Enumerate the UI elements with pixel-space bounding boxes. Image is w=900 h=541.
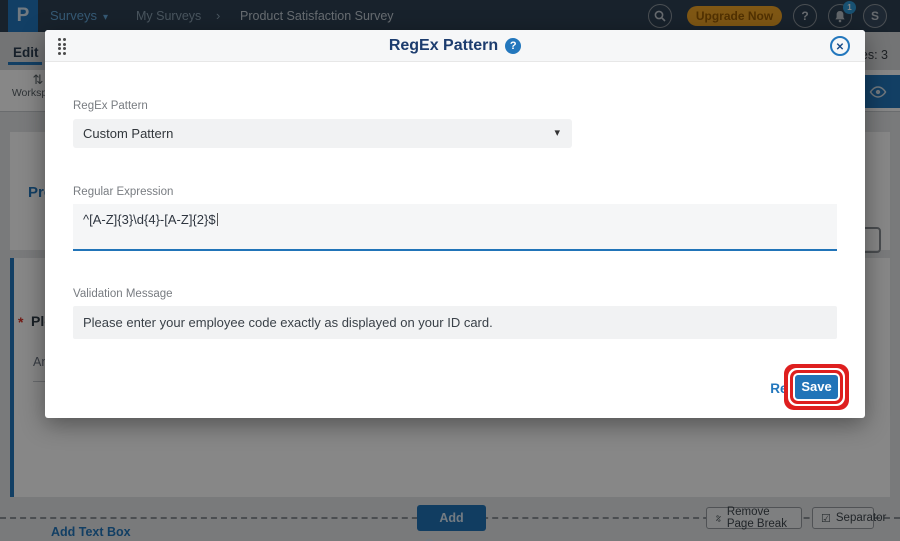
app-window: P Surveys ▾ My Surveys › Product Satisfac… (0, 0, 900, 541)
pattern-select[interactable]: Custom Pattern ▾ (73, 119, 572, 148)
regex-field-label: Regular Expression (73, 186, 174, 198)
close-button[interactable]: ✕ (830, 36, 850, 56)
modal-title: RegEx Pattern (388, 37, 499, 54)
validation-message-input[interactable]: Please enter your employee code exactly … (73, 306, 837, 339)
regex-input-value: ^[A-Z]{3}\d{4}-[A-Z]{2}$ (83, 212, 216, 227)
pattern-select-value: Custom Pattern (83, 126, 174, 141)
regex-input[interactable]: ^[A-Z]{3}\d{4}-[A-Z]{2}$ (73, 204, 837, 251)
close-icon: ✕ (835, 42, 845, 53)
pattern-field-label: RegEx Pattern (73, 100, 148, 112)
regex-pattern-modal: RegEx Pattern ? ✕ RegEx Pattern Custom P… (45, 30, 865, 418)
modal-title-row: RegEx Pattern ? (45, 30, 865, 62)
save-button[interactable]: Save (795, 375, 838, 399)
message-field-label: Validation Message (73, 288, 173, 300)
chevron-down-icon: ▾ (554, 127, 560, 139)
modal-header: RegEx Pattern ? ✕ (45, 30, 865, 62)
help-icon[interactable]: ? (505, 38, 522, 54)
text-cursor (216, 213, 218, 226)
